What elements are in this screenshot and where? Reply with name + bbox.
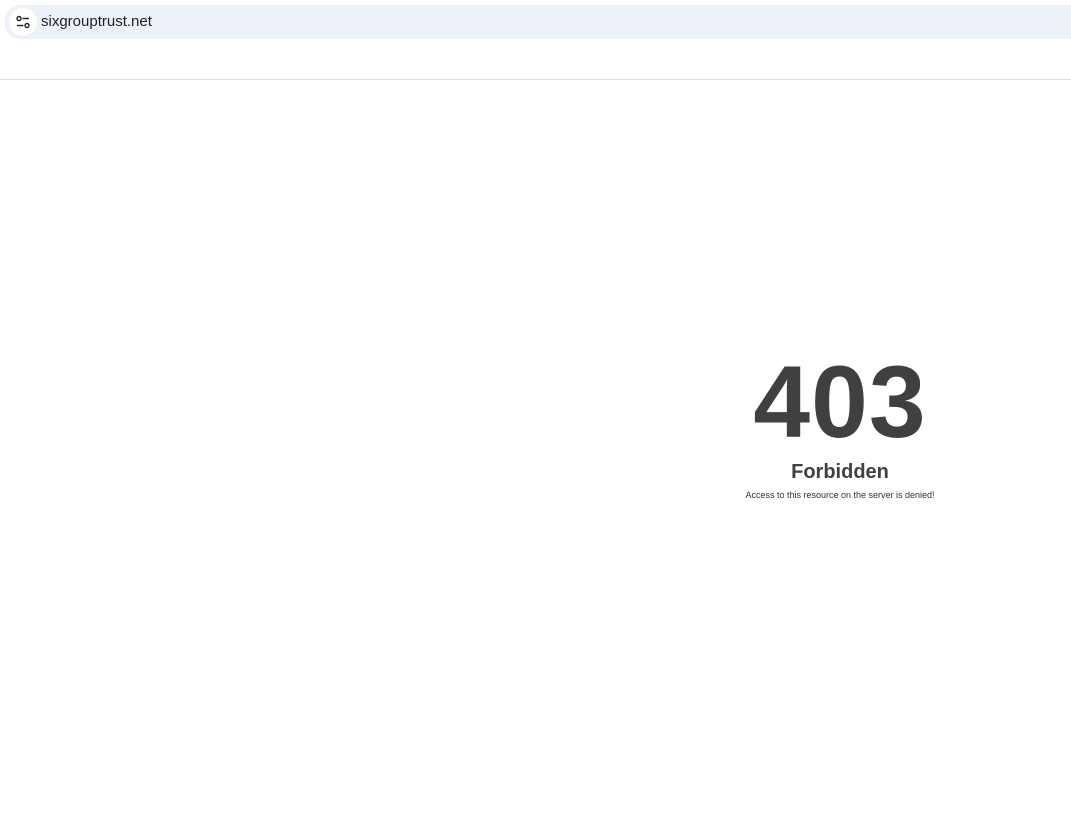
- error-message: Access to this resource on the server is…: [745, 490, 935, 500]
- site-info-button[interactable]: [9, 8, 37, 36]
- error-title: Forbidden: [791, 461, 889, 483]
- browser-toolbar: sixgrouptrust.net: [0, 0, 1071, 80]
- address-bar[interactable]: sixgrouptrust.net: [4, 5, 1071, 39]
- error-code: 403: [753, 345, 927, 459]
- error-block: 403 Forbidden Access to this resource on…: [740, 350, 940, 501]
- tune-icon: [15, 14, 31, 30]
- page-viewport: 403 Forbidden Access to this resource on…: [0, 80, 1071, 828]
- url-text[interactable]: sixgrouptrust.net: [41, 13, 152, 31]
